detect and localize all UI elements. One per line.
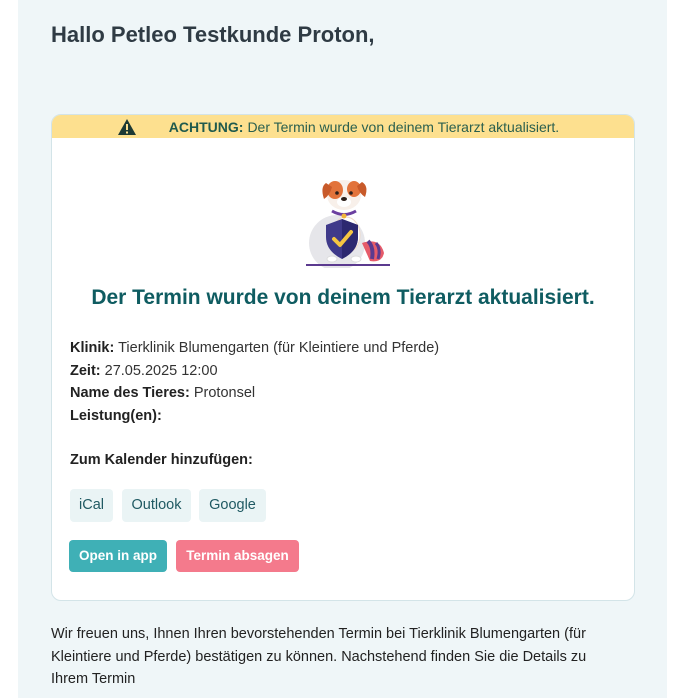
ical-button[interactable]: iCal xyxy=(70,489,113,522)
pet-value: Protonsel xyxy=(193,385,256,401)
footer-paragraph: Wir freuen uns, Ihnen Ihren bevorstehend… xyxy=(51,623,631,691)
footer-line-2: Kleintiere und Pferde) bestätigen zu kön… xyxy=(51,648,587,665)
calendar-heading: Zum Kalender hinzufügen: xyxy=(70,452,253,468)
dog-with-shield-illustration xyxy=(306,180,390,268)
warning-label: ACHTUNG: xyxy=(168,118,244,135)
clinic-value: Tierklinik Blumengarten (für Kleintiere … xyxy=(118,340,440,356)
warning-banner: ACHTUNG: Der Termin wurde von deinem Tie… xyxy=(52,115,634,138)
cancel-appointment-button[interactable]: Termin absagen xyxy=(176,540,299,572)
clinic-label: Klinik: xyxy=(70,340,115,356)
time-value: 27.05.2025 12:00 xyxy=(104,362,218,379)
open-in-app-button[interactable]: Open in app xyxy=(69,540,167,572)
appointment-details: Klinik: Tierklinik Blumengarten (für Kle… xyxy=(70,337,439,427)
card-title: Der Termin wurde von deinem Tierarzt akt… xyxy=(91,286,595,309)
pet-label: Name des Tieres: xyxy=(70,385,190,401)
footer-line-1: Wir freuen uns, Ihnen Ihren bevorstehend… xyxy=(51,626,586,642)
time-row: Zeit: 27.05.2025 12:00 xyxy=(70,360,439,383)
time-label: Zeit: xyxy=(70,362,101,379)
pet-row: Name des Tieres: Protonsel xyxy=(70,382,439,405)
greeting-heading: Hallo Petleo Testkunde Proton, xyxy=(51,22,375,47)
services-row: Leistung(en): xyxy=(70,405,439,428)
footer-line-3: Ihrem Termin xyxy=(51,671,136,687)
outlook-button[interactable]: Outlook xyxy=(122,489,191,522)
warning-triangle-icon xyxy=(117,118,136,135)
clinic-row: Klinik: Tierklinik Blumengarten (für Kle… xyxy=(70,337,439,360)
warning-text: Der Termin wurde von deinem Tierarzt akt… xyxy=(247,118,560,135)
appointment-card: ACHTUNG: Der Termin wurde von deinem Tie… xyxy=(51,114,635,601)
email-body: Hallo Petleo Testkunde Proton, ACHTUNG: … xyxy=(18,0,667,698)
services-label: Leistung(en): xyxy=(70,407,162,424)
google-button[interactable]: Google xyxy=(199,489,266,522)
